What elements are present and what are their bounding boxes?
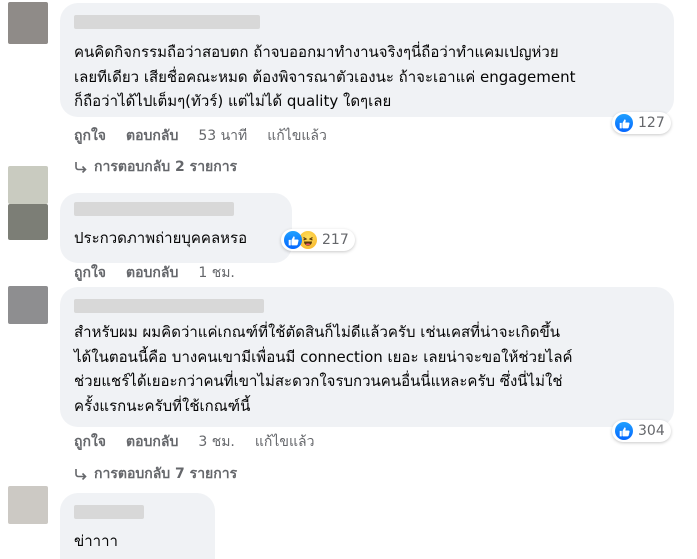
comment-line: ช่วยแชร์ได้เยอะกว่าคนที่เขาไม่สะดวกใจรบก… (74, 372, 563, 390)
reaction-summary[interactable]: 217 (281, 229, 355, 251)
comment-bubble: สำหรับผม ผมคิดว่าแค่เกณฑ์ที่ใช้ตัดสินก็ไ… (60, 287, 674, 427)
reply-arrow-icon (75, 469, 87, 480)
like-button[interactable]: ถูกใจ (74, 125, 106, 147)
comment-text: คนคิดกิจกรรมถือว่าสอบตก ถ้าจบออกมาทำงานจ… (74, 40, 575, 114)
reply-button[interactable]: ตอบกลับ (126, 125, 178, 147)
replies-label: การตอบกลับ 7 รายการ (94, 466, 238, 482)
comment-line: สำหรับผม ผมคิดว่าแค่เกณฑ์ที่ใช้ตัดสินก็ไ… (74, 323, 561, 341)
comment-bubble: ประกวดภาพถ่ายบุคคลหรอ (60, 193, 292, 263)
like-button[interactable]: ถูกใจ (74, 262, 106, 284)
reaction-count: 127 (638, 115, 665, 131)
comment-text: ข่าาาา (74, 529, 118, 554)
comment-bubble: ข่าาาา (60, 493, 215, 559)
commenter-name-redacted[interactable] (74, 505, 144, 519)
reply-arrow-icon (75, 162, 87, 173)
commenter-name-redacted[interactable] (74, 15, 260, 29)
comment-text: สำหรับผม ผมคิดว่าแค่เกณฑ์ที่ใช้ตัดสินก็ไ… (74, 320, 573, 418)
comment-line: ข่าาาา (74, 532, 118, 550)
commenter-name-redacted[interactable] (74, 299, 264, 313)
comment-actions: ถูกใจ ตอบกลับ 1 ชม. (74, 262, 255, 284)
comment-actions: ถูกใจ ตอบกลับ 53 นาที แก้ไขแล้ว (74, 125, 347, 147)
like-icon (615, 114, 633, 132)
reply-button[interactable]: ตอบกลับ (126, 262, 178, 284)
like-button[interactable]: ถูกใจ (74, 431, 106, 453)
avatar[interactable] (8, 486, 48, 524)
view-replies-button[interactable]: การตอบกลับ 7 รายการ (74, 463, 237, 485)
comment-line: ก็ถือว่าได้ไปเต็มๆ(ทัวร์) แต่ไม่ได้ qual… (74, 92, 392, 110)
avatar[interactable] (8, 166, 48, 204)
comment-line: ครั้งแรกนะครับที่ใช้เกณฑ์นี้ (74, 396, 251, 415)
like-icon (615, 422, 633, 440)
reaction-summary[interactable]: 304 (612, 420, 671, 442)
replies-label: การตอบกลับ 2 รายการ (94, 159, 238, 175)
timestamp[interactable]: 53 นาที (198, 125, 247, 147)
reaction-count: 217 (322, 232, 349, 248)
timestamp[interactable]: 3 ชม. (198, 431, 235, 453)
timestamp[interactable]: 1 ชม. (198, 262, 235, 284)
comment-bubble: คนคิดกิจกรรมถือว่าสอบตก ถ้าจบออกมาทำงานจ… (60, 3, 674, 117)
comment-actions: ถูกใจ ตอบกลับ 3 ชม. แก้ไขแล้ว (74, 431, 334, 453)
comment-text: ประกวดภาพถ่ายบุคคลหรอ (74, 226, 247, 251)
like-icon (284, 231, 302, 249)
edited-label[interactable]: แก้ไขแล้ว (255, 431, 315, 453)
view-replies-button[interactable]: การตอบกลับ 2 รายการ (74, 156, 237, 178)
comment-line: ได้ในตอนนี้คือ บางคนเขามีเพื่อนมี connec… (74, 347, 573, 366)
commenter-name-redacted[interactable] (74, 202, 234, 216)
reaction-count: 304 (638, 423, 665, 439)
comment-line: เลยทีเดียว เสียชื่อคณะหมด ต้องพิจารณาตัว… (74, 67, 576, 86)
comment-line: ประกวดภาพถ่ายบุคคลหรอ (74, 229, 248, 247)
avatar[interactable] (8, 204, 48, 240)
edited-label[interactable]: แก้ไขแล้ว (267, 125, 327, 147)
comment-line: คนคิดกิจกรรมถือว่าสอบตก ถ้าจบออกมาทำงานจ… (74, 43, 559, 61)
reply-button[interactable]: ตอบกลับ (126, 431, 178, 453)
reaction-summary[interactable]: 127 (612, 112, 671, 134)
avatar[interactable] (8, 2, 48, 44)
avatar[interactable] (8, 286, 48, 324)
